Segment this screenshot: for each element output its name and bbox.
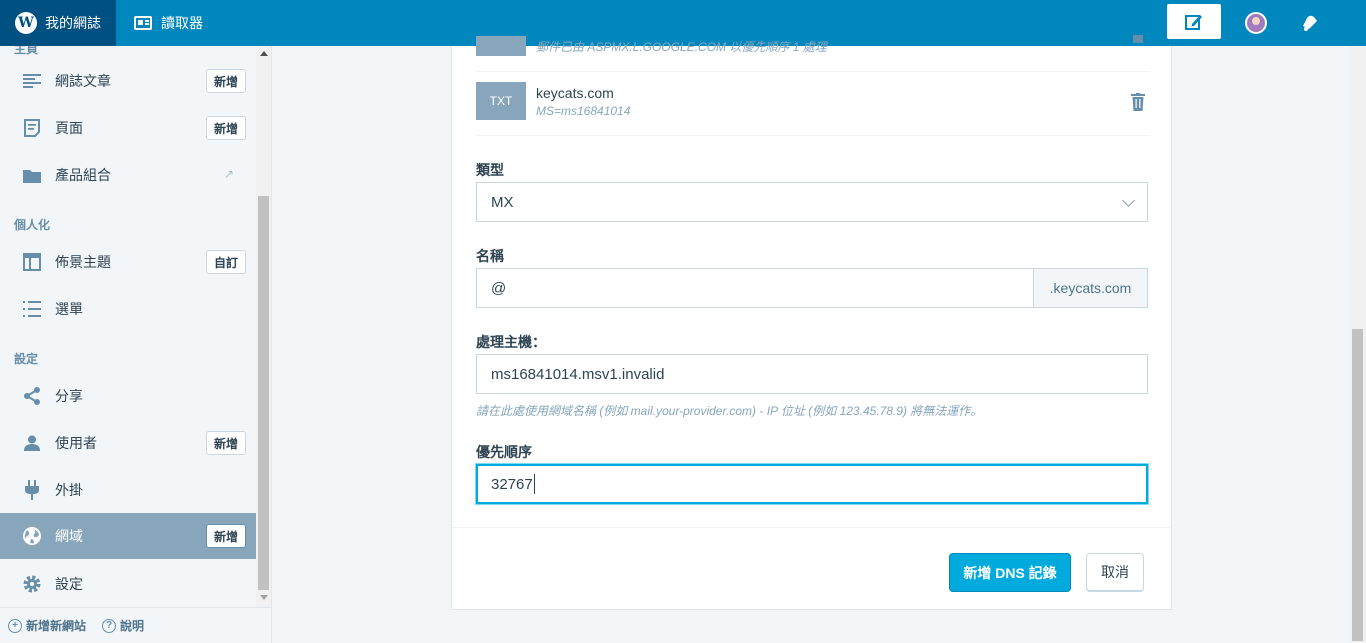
sidebar-menu: 主頁 網誌文章 新增 頁面 新增 產品組合 ↗ 個人化 佈景主題 自訂 選單 設… [0,46,256,607]
main-scroll-thumb[interactable] [1352,329,1363,641]
record-info: 郵件已由 ASPMX.L.GOOGLE.COM 以優先順序 1 處理 [536,38,827,55]
record-info: keycats.com MS=ms16841014 [536,85,630,118]
add-new-site-link[interactable]: + 新增新網站 [8,617,86,634]
sidebar-section-cut: 主頁 [14,46,39,56]
record-divider [476,71,1149,72]
sidebar-item-pages[interactable]: 頁面 新增 [0,105,256,151]
host-input[interactable]: ms16841014.msv1.invalid [476,354,1148,394]
plug-icon [22,480,42,500]
my-sites-label: 我的網誌 [45,15,101,31]
globe-icon [22,526,42,546]
section-configure: 設定 [14,352,39,366]
customize-button[interactable]: 自訂 [205,250,246,274]
name-input[interactable]: @ [476,268,1034,308]
sidebar-item-label: 外掛 [55,482,83,498]
wordpress-logo-icon: W [15,12,37,34]
external-link-icon: ↗ [223,167,234,181]
write-icon [1185,14,1202,30]
record-name: keycats.com [536,84,614,101]
sidebar-item-people[interactable]: 使用者 新增 [0,420,256,466]
add-user-button[interactable]: 新增 [205,431,246,455]
sidebar-item-portfolio[interactable]: 產品組合 ↗ [0,152,256,198]
themes-icon [22,252,42,272]
sidebar-item-plugins[interactable]: 外掛 [0,467,256,513]
type-select-value: MX [491,193,514,211]
dns-record-txt: TXT keycats.com MS=ms16841014 [476,82,1149,120]
trash-icon[interactable] [1131,32,1145,48]
pages-icon [22,118,42,138]
notifications-button[interactable] [1299,12,1321,34]
scroll-down-arrow-icon[interactable] [260,595,268,600]
main-scrollbar[interactable] [1349,46,1366,643]
trash-icon[interactable] [1131,93,1145,114]
sidebar-item-posts[interactable]: 網誌文章 新增 [0,58,256,104]
record-type-badge: TXT [476,82,526,120]
cancel-button[interactable]: 取消 [1086,553,1144,592]
sidebar-item-domains[interactable]: 網域 新增 [0,513,256,559]
priority-input[interactable]: 32767 [476,464,1148,504]
name-label: 名稱 [476,248,504,264]
record-data: 郵件已由 ASPMX.L.GOOGLE.COM 以優先順序 1 處理 [536,39,827,54]
sidebar-item-label: 設定 [55,576,83,592]
sidebar-item-themes[interactable]: 佈景主題 自訂 [0,239,256,285]
sidebar-item-sharing[interactable]: 分享 [0,373,256,419]
reader-label: 讀取器 [161,15,203,31]
section-personalize: 個人化 [14,218,51,232]
my-sites-button[interactable]: W 我的網誌 [0,0,116,46]
host-hint: 請在此處使用網域名稱 (例如 mail.your-provider.com) -… [476,404,983,418]
priority-value: 32767 [491,475,533,493]
type-label: 類型 [476,162,504,178]
help-link[interactable]: ? 說明 [102,617,144,634]
add-post-button[interactable]: 新增 [205,69,246,93]
menus-icon [22,299,42,319]
domain-suffix: .keycats.com [1034,268,1148,308]
name-field-group: @ .keycats.com [476,268,1148,308]
bell-icon [1303,15,1317,31]
priority-label: 優先順序 [476,444,532,460]
dns-record-mx: 郵件已由 ASPMX.L.GOOGLE.COM 以優先順序 1 處理 [476,35,1149,56]
sidebar-footer: + 新增新網站 ? 說明 [0,607,271,643]
sidebar-item-menus[interactable]: 選單 [0,286,256,332]
type-select[interactable]: MX [476,182,1148,222]
sidebar-scrollbar[interactable] [256,46,271,607]
record-divider [476,135,1149,136]
sidebar-item-label: 分享 [55,388,83,404]
add-new-site-label: 新增新網站 [26,619,87,633]
chevron-down-icon [1122,194,1135,207]
record-type-badge [476,36,526,56]
sidebar-item-label: 選單 [55,301,83,317]
share-icon [22,386,42,406]
add-dns-record-button[interactable]: 新增 DNS 記錄 [949,553,1071,592]
avatar[interactable] [1245,12,1267,34]
posts-icon [22,71,42,91]
plus-circle-icon: + [8,618,22,633]
folder-icon [22,165,42,185]
card-footer-divider [452,527,1171,528]
dns-card: 郵件已由 ASPMX.L.GOOGLE.COM 以優先順序 1 處理 TXT k… [451,35,1172,610]
gear-icon [22,574,42,594]
sidebar: 主頁 網誌文章 新增 頁面 新增 產品組合 ↗ 個人化 佈景主題 自訂 選單 設… [0,46,272,643]
user-icon [22,433,42,453]
help-icon: ? [102,618,117,633]
help-label: 說明 [120,619,145,633]
record-data: MS=ms16841014 [536,103,631,118]
reader-icon [134,16,152,30]
scroll-up-arrow-icon[interactable] [260,51,268,56]
write-button[interactable] [1167,4,1221,39]
text-caret [533,474,535,494]
add-page-button[interactable]: 新增 [205,116,246,140]
reader-button[interactable]: 讀取器 [116,0,203,46]
add-domain-button[interactable]: 新增 [205,524,246,548]
sidebar-item-settings[interactable]: 設定 [0,561,256,607]
host-label: 處理主機： [476,334,546,350]
sidebar-scroll-thumb[interactable] [258,196,269,590]
